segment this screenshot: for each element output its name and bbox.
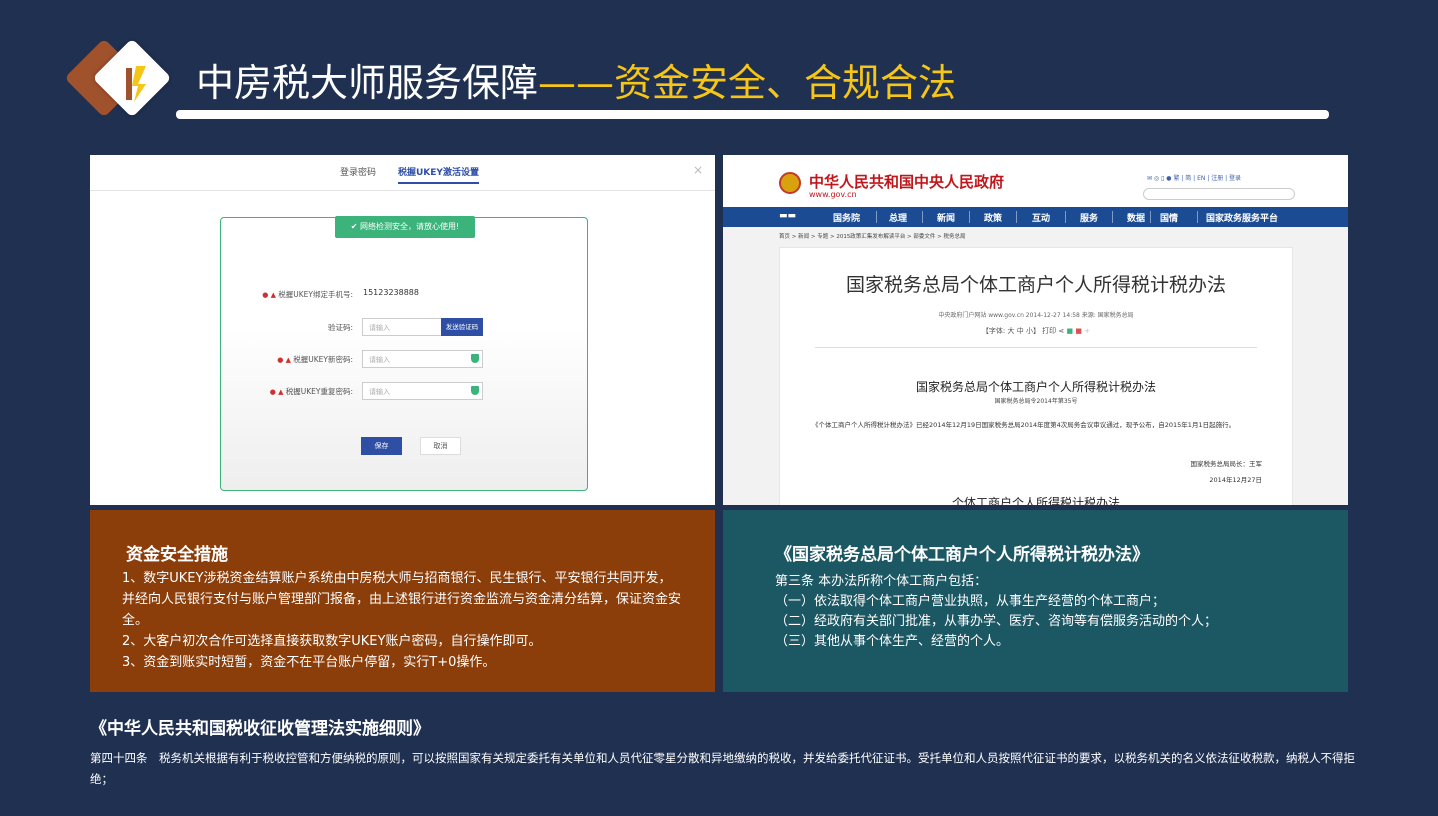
- security-measures-panel: 资金安全措施 1、数字UKEY涉税资金结算账户系统由中房税大师与招商银行、民生银…: [90, 510, 715, 692]
- lightning-icon: [126, 66, 146, 102]
- security-line: 3、资金到账实时短暂，资金不在平台账户停留，实行T+0操作。: [122, 655, 496, 670]
- tax-method-body: 第三条 本办法所称个体工商户包括： （一）依法取得个体工商户营业执照，从事生产经…: [775, 572, 1335, 652]
- gov-nav: ▬▬ 国务院 总理 新闻 政策 互动 服务 数据 国情 国家政务服务平台: [723, 207, 1348, 227]
- phone-value: 15123238888: [363, 288, 419, 297]
- repeat-password-input[interactable]: 请输入: [362, 382, 483, 400]
- required-icon: ● ▲: [262, 291, 279, 299]
- article: 国家税务总局个体工商户个人所得税计税办法 中央政府门户网站 www.gov.cn…: [779, 247, 1293, 505]
- weibo-icon[interactable]: ■: [1075, 327, 1082, 335]
- gov-search-input[interactable]: [1143, 188, 1295, 200]
- gov-toolbar[interactable]: ✉ ◎ ▯ ● 繁 | 简 | EN | 注册 | 登录: [1147, 173, 1241, 182]
- code-label: 验证码:: [327, 323, 353, 332]
- tax-method-line: 第三条 本办法所称个体工商户包括：: [775, 574, 988, 589]
- tab-login-password[interactable]: 登录密码: [340, 165, 376, 178]
- nav-item[interactable]: 数据: [1127, 211, 1145, 224]
- security-line: 2、大客户初次合作可选择直接获取数字UKEY账户密码，自行操作即可。: [122, 634, 542, 649]
- gov-home-icon[interactable]: ▬▬: [779, 211, 796, 221]
- close-icon[interactable]: ×: [693, 163, 703, 177]
- shield-icon: ✔: [350, 222, 361, 231]
- nav-divider: [1112, 211, 1113, 223]
- title-underline: [176, 110, 1329, 119]
- security-body: 1、数字UKEY涉税资金结算账户系统由中房税大师与招商银行、民生银行、平安银行共…: [122, 568, 682, 673]
- article-date: 2014年12月27日: [1209, 476, 1262, 484]
- breadcrumb[interactable]: 首页 > 新闻 > 专题 > 2015政策汇集发布解读平台 > 部委文件 > 税…: [779, 232, 966, 240]
- page-title-highlight: ——资金安全、合规合法: [538, 61, 957, 105]
- logo: [64, 38, 180, 122]
- article-tools[interactable]: 【字体: 大 中 小】 打印 ⋖ ■ ■ +: [780, 326, 1292, 336]
- article-signer: 国家税务总局局长：王军: [1190, 460, 1263, 468]
- cancel-button[interactable]: 取消: [420, 437, 461, 455]
- new-password-label: ● ▲ 税握UKEY新密码:: [277, 355, 353, 364]
- tax-method-line: （二）经政府有关部门批准，从事办学、医疗、咨询等有偿服务活动的个人；: [775, 614, 1218, 629]
- form-box: ✔ 网络检测安全，请放心使用! ● ▲ 税握UKEY绑定手机号: 1512323…: [220, 216, 588, 491]
- required-icon: ● ▲: [277, 356, 294, 364]
- divider: [815, 347, 1257, 348]
- plus-icon[interactable]: +: [1084, 327, 1090, 335]
- security-notice: ✔ 网络检测安全，请放心使用!: [335, 216, 475, 238]
- tax-law-body: 第四十四条 税务机关根据有利于税收控管和方便纳税的原则，可以按照国家有关规定委托…: [90, 751, 1355, 786]
- tax-method-line: （一）依法取得个体工商户营业执照，从事生产经营的个体工商户；: [775, 594, 1166, 609]
- nav-item[interactable]: 互动: [1032, 211, 1050, 224]
- form-tabs: 登录密码 税握UKEY激活设置 ×: [90, 155, 715, 191]
- article-title: 国家税务总局个体工商户个人所得税计税办法: [845, 274, 1226, 296]
- tax-method-title: 《国家税务总局个体工商户个人所得税计税办法》: [775, 545, 1149, 565]
- gov-site-url: www.gov.cn: [809, 190, 857, 199]
- nav-divider: [1150, 211, 1151, 223]
- article-paragraph: 《个体工商户个人所得税计税办法》已经2014年12月19日国家税务总局2014年…: [812, 421, 1236, 429]
- nav-divider: [876, 211, 877, 223]
- nav-item[interactable]: 国情: [1160, 211, 1178, 224]
- wechat-icon[interactable]: ■: [1067, 327, 1074, 335]
- shield-icon: [471, 354, 479, 363]
- save-button[interactable]: 保存: [361, 437, 402, 455]
- nav-divider: [922, 211, 923, 223]
- nav-divider: [1065, 211, 1066, 223]
- article-order-number: 国家税务总局令2014年第35号: [994, 398, 1078, 405]
- repeat-password-label: ● ▲ 税握UKEY重复密码:: [269, 387, 353, 396]
- gov-site-name: 中华人民共和国中央人民政府: [809, 173, 1005, 191]
- phone-label: ● ▲ 税握UKEY绑定手机号:: [262, 290, 353, 299]
- nav-divider: [1016, 211, 1017, 223]
- article-heading: 国家税务总局个体工商户个人所得税计税办法: [915, 380, 1156, 394]
- security-line: 1、数字UKEY涉税资金结算账户系统由中房税大师与招商银行、民生银行、平安银行共…: [122, 571, 682, 628]
- required-icon: ● ▲: [269, 388, 286, 396]
- mail-icon[interactable]: ✉ ◎ ▯ ●: [1147, 175, 1173, 182]
- nav-item[interactable]: 国家政务服务平台: [1206, 211, 1278, 224]
- gov-page-screenshot: 中华人民共和国中央人民政府 www.gov.cn ✉ ◎ ▯ ● 繁 | 简 |…: [723, 155, 1348, 505]
- tax-law-title: 《中华人民共和国税收征收管理法实施细则》: [90, 719, 430, 739]
- national-emblem-icon: [779, 172, 801, 194]
- tab-ukey-settings[interactable]: 税握UKEY激活设置: [398, 165, 479, 184]
- new-password-input[interactable]: 请输入: [362, 350, 483, 368]
- nav-item[interactable]: 政策: [984, 211, 1002, 224]
- article-meta: 中央政府门户网站 www.gov.cn 2014-12-27 14:58 来源:…: [938, 312, 1134, 319]
- share-icon[interactable]: ⋖: [1056, 327, 1066, 335]
- page-title: 中房税大师服务保障——资金安全、合规合法: [196, 61, 957, 105]
- send-code-button[interactable]: 发送验证码: [441, 318, 483, 336]
- nav-item[interactable]: 服务: [1080, 211, 1098, 224]
- security-title: 资金安全措施: [126, 545, 228, 565]
- tax-method-panel: 《国家税务总局个体工商户个人所得税计税办法》 第三条 本办法所称个体工商户包括：…: [723, 510, 1348, 692]
- article-next-heading: 个体工商户个人所得税计税办法: [951, 496, 1120, 505]
- ukey-login-screenshot: 登录密码 税握UKEY激活设置 × ✔ 网络检测安全，请放心使用! ● ▲ 税握…: [90, 155, 715, 505]
- nav-divider: [1197, 211, 1198, 223]
- nav-item[interactable]: 总理: [889, 211, 907, 224]
- shield-icon: [471, 386, 479, 395]
- tax-method-line: （三）其他从事个体生产、经营的个人。: [775, 634, 1010, 649]
- gov-header: 中华人民共和国中央人民政府 www.gov.cn ✉ ◎ ▯ ● 繁 | 简 |…: [723, 155, 1348, 207]
- nav-divider: [969, 211, 970, 223]
- nav-item[interactable]: 新闻: [937, 211, 955, 224]
- nav-item[interactable]: 国务院: [833, 211, 860, 224]
